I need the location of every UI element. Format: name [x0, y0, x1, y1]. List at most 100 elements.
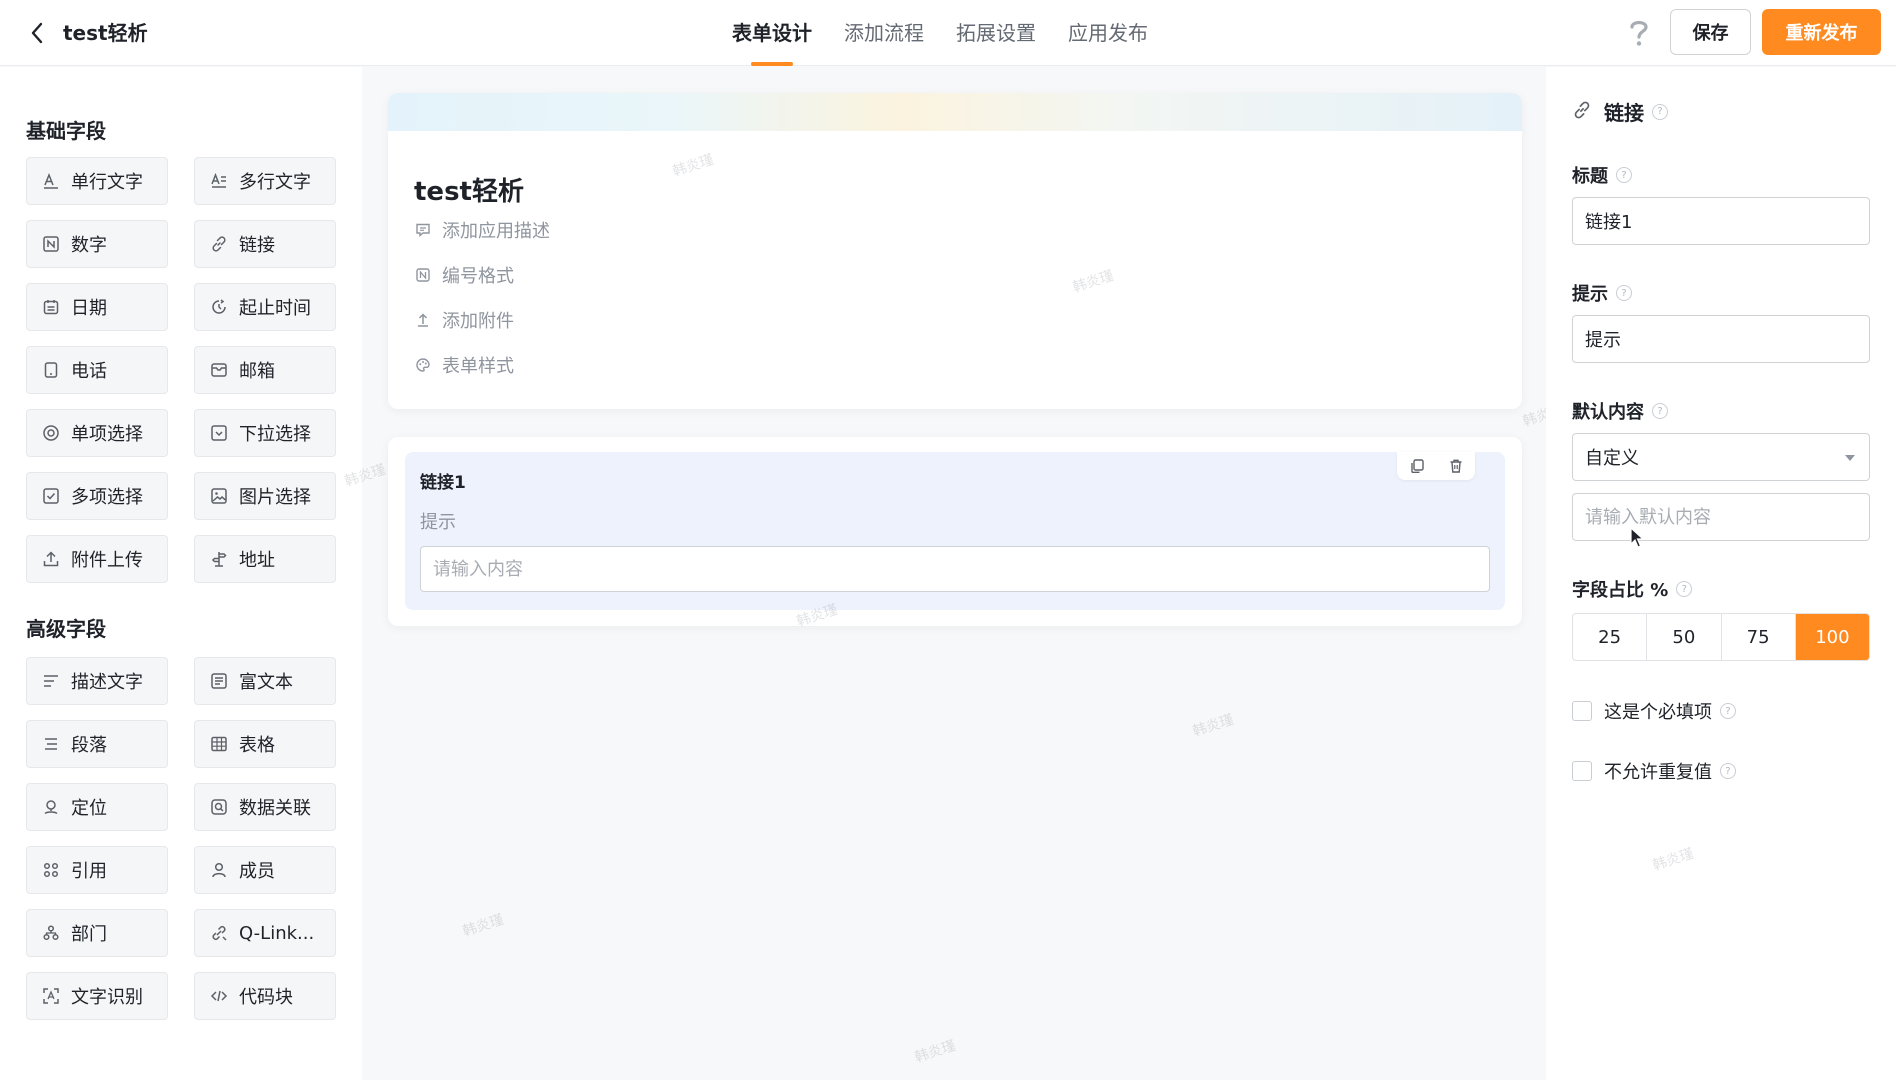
ratio-100-button[interactable]: 100: [1795, 614, 1869, 660]
ratio-50-button[interactable]: 50: [1647, 614, 1722, 660]
upload-icon: [41, 549, 61, 569]
advanced-fields-title: 高级字段: [26, 617, 106, 641]
table-icon: [209, 734, 229, 754]
ocr-icon: [41, 986, 61, 1006]
location-icon: [41, 797, 61, 817]
attach-upload-icon: [414, 311, 432, 329]
question-mark-icon[interactable]: [1624, 16, 1654, 50]
link-icon: [209, 234, 229, 254]
comment-icon: [414, 221, 432, 239]
selected-link-field[interactable]: 链接1 提示: [405, 452, 1505, 610]
field-number[interactable]: 数字: [26, 220, 168, 268]
field-phone[interactable]: 电话: [26, 346, 168, 394]
field-date[interactable]: 日期: [26, 283, 168, 331]
field-reference[interactable]: 引用: [26, 846, 168, 894]
help-circle-icon[interactable]: ?: [1652, 403, 1668, 419]
calendar-icon: [41, 297, 61, 317]
help-circle-icon[interactable]: ?: [1616, 167, 1632, 183]
field-multi-line-text[interactable]: 多行文字: [194, 157, 336, 205]
required-checkbox-row[interactable]: 这是个必填项 ?: [1572, 698, 1736, 724]
tab-form-design[interactable]: 表单设计: [732, 0, 812, 66]
field-paragraph[interactable]: 段落: [26, 720, 168, 768]
field-single-choice[interactable]: 单项选择: [26, 409, 168, 457]
no-duplicate-checkbox[interactable]: [1572, 761, 1592, 781]
advanced-fields-grid: 描述文字 富文本 段落 表格 定位 数据关联 引用 成员 部门 Q-Link..…: [26, 657, 336, 1020]
signpost-icon: [209, 549, 229, 569]
field-department[interactable]: 部门: [26, 909, 168, 957]
user-icon: [209, 860, 229, 880]
title-input[interactable]: [1572, 197, 1870, 245]
field-table[interactable]: 表格: [194, 720, 336, 768]
field-code-block[interactable]: 代码块: [194, 972, 336, 1020]
watermark: 韩炎瑾: [1650, 845, 1696, 875]
field-address[interactable]: 地址: [194, 535, 336, 583]
field-rich-text[interactable]: 富文本: [194, 657, 336, 705]
field-image-choice[interactable]: 图片选择: [194, 472, 336, 520]
help-circle-icon[interactable]: ?: [1720, 763, 1736, 779]
mail-icon: [209, 360, 229, 380]
hint-label: 提示 ?: [1572, 280, 1632, 306]
no-duplicate-checkbox-row[interactable]: 不允许重复值 ?: [1572, 758, 1736, 784]
field-location[interactable]: 定位: [26, 783, 168, 831]
field-q-link[interactable]: Q-Link...: [194, 909, 336, 957]
field-single-line-text[interactable]: 单行文字: [26, 157, 168, 205]
add-attachment[interactable]: 添加附件: [414, 307, 514, 333]
data-link-icon: [209, 797, 229, 817]
watermark: 韩炎瑾: [912, 1037, 958, 1067]
q-link-icon: [209, 923, 229, 943]
field-email[interactable]: 邮箱: [194, 346, 336, 394]
form-title[interactable]: test轻析: [414, 171, 524, 208]
form-header-card: test轻析 添加应用描述 编号格式 添加附件 表单样式: [388, 93, 1522, 409]
radio-icon: [41, 423, 61, 443]
copy-icon[interactable]: [1406, 455, 1428, 477]
field-time-range[interactable]: 起止时间: [194, 283, 336, 331]
field-dropdown[interactable]: 下拉选择: [194, 409, 336, 457]
text-lines-icon: [209, 171, 229, 191]
image-icon: [209, 486, 229, 506]
number-format-icon: [414, 266, 432, 284]
form-banner: [388, 93, 1522, 131]
properties-header: 链接 ?: [1572, 97, 1668, 126]
help-circle-icon[interactable]: ?: [1616, 285, 1632, 301]
description-icon: [41, 671, 61, 691]
code-icon: [209, 986, 229, 1006]
properties-panel: 链接 ? 标题 ? 提示 ? 默认内容 ? 自定义 字段占比 % ? 25 50…: [1546, 67, 1896, 1080]
field-ratio-label: 字段占比 % ?: [1572, 576, 1693, 602]
default-content-select[interactable]: 自定义: [1572, 433, 1870, 481]
field-data-association[interactable]: 数据关联: [194, 783, 336, 831]
paragraph-icon: [41, 734, 61, 754]
ratio-75-button[interactable]: 75: [1722, 614, 1796, 660]
default-content-label: 默认内容 ?: [1572, 398, 1668, 424]
help-circle-icon[interactable]: ?: [1652, 103, 1668, 120]
number-format[interactable]: 编号格式: [414, 262, 514, 288]
tab-add-workflow[interactable]: 添加流程: [844, 0, 924, 66]
help-circle-icon[interactable]: ?: [1720, 703, 1736, 719]
back-arrow-icon[interactable]: [22, 18, 52, 48]
field-link[interactable]: 链接: [194, 220, 336, 268]
form-style[interactable]: 表单样式: [414, 352, 514, 378]
field-text-recognition[interactable]: 文字识别: [26, 972, 168, 1020]
link-icon: [1572, 100, 1592, 124]
palette-icon: [414, 356, 432, 374]
field-member[interactable]: 成员: [194, 846, 336, 894]
republish-button[interactable]: 重新发布: [1762, 9, 1881, 55]
field-attachment-upload[interactable]: 附件上传: [26, 535, 168, 583]
hint-input[interactable]: [1572, 315, 1870, 363]
field-multi-choice[interactable]: 多项选择: [26, 472, 168, 520]
phone-icon: [41, 360, 61, 380]
required-checkbox[interactable]: [1572, 701, 1592, 721]
add-app-description[interactable]: 添加应用描述: [414, 217, 550, 243]
field-description-text[interactable]: 描述文字: [26, 657, 168, 705]
field-preview-input[interactable]: [420, 546, 1490, 592]
help-circle-icon[interactable]: ?: [1676, 581, 1693, 597]
top-bar: test轻析 表单设计 添加流程 拓展设置 应用发布 保存 重新发布: [0, 0, 1896, 66]
tab-app-publish[interactable]: 应用发布: [1068, 0, 1148, 66]
save-button[interactable]: 保存: [1670, 9, 1751, 55]
tab-extension-settings[interactable]: 拓展设置: [956, 0, 1036, 66]
delete-icon[interactable]: [1445, 455, 1467, 477]
field-hint: 提示: [420, 512, 456, 533]
main-tabs: 表单设计 添加流程 拓展设置 应用发布: [732, 0, 1180, 66]
ratio-25-button[interactable]: 25: [1573, 614, 1648, 660]
default-content-input[interactable]: [1572, 493, 1870, 541]
properties-title: 链接: [1604, 101, 1644, 125]
